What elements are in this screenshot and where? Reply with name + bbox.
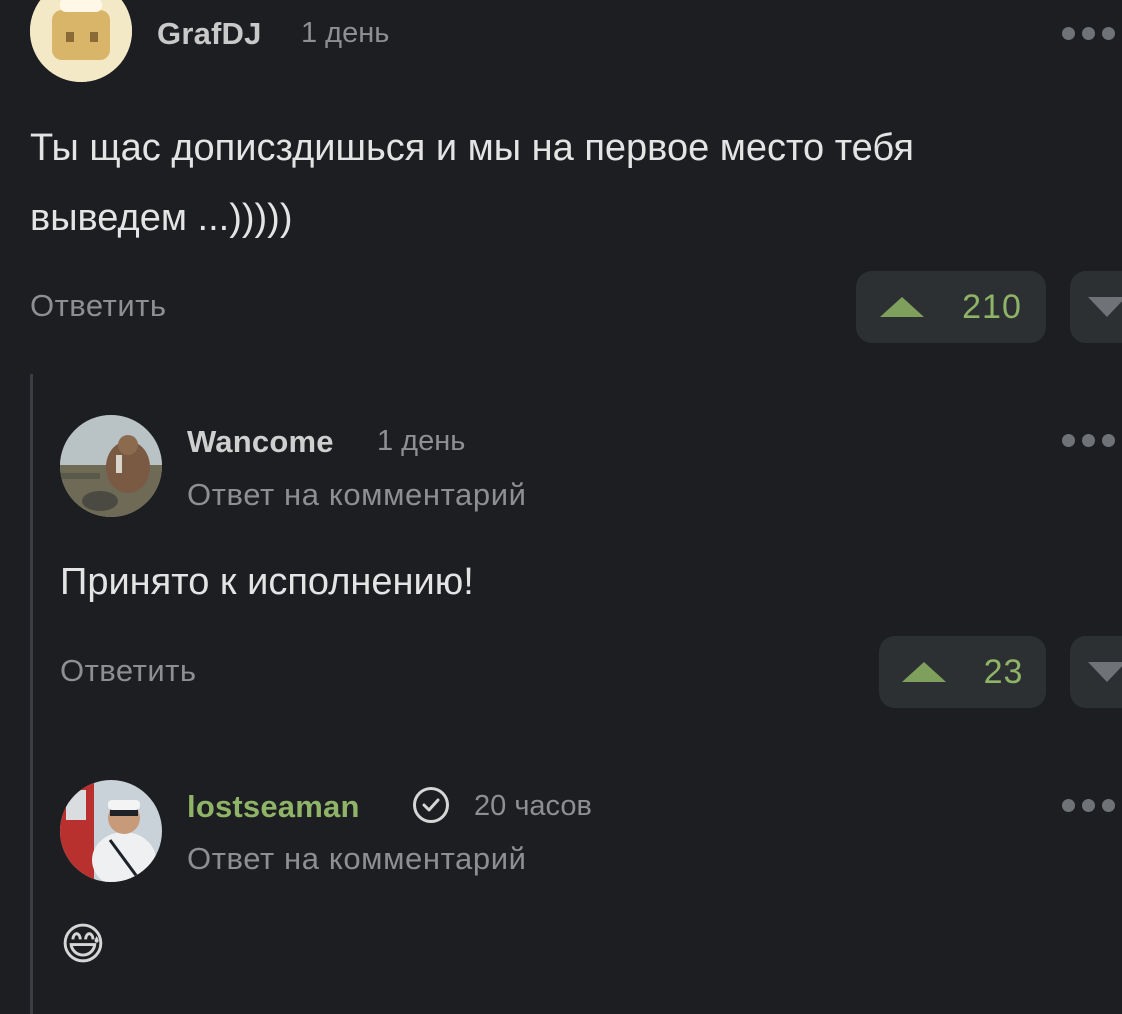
verified-icon	[413, 787, 449, 823]
comment-author[interactable]: Wancome	[187, 424, 334, 460]
comment-text: Принято к исполнению!	[60, 561, 474, 603]
downvote-icon	[1088, 297, 1122, 317]
vote-count: 210	[962, 287, 1022, 326]
downvote-button[interactable]	[1070, 636, 1122, 708]
more-icon[interactable]	[1062, 27, 1115, 40]
vote-count: 23	[983, 652, 1024, 691]
comment-emoji: 😅	[60, 919, 106, 970]
comment-text-line: Ты щас дописздишься и мы на первое место…	[30, 127, 914, 169]
more-icon[interactable]	[1062, 434, 1115, 447]
upvote-icon	[880, 297, 925, 317]
avatar[interactable]	[60, 415, 162, 517]
more-icon[interactable]	[1062, 799, 1115, 812]
downvote-icon	[1088, 662, 1122, 682]
avatar[interactable]	[30, 0, 132, 82]
upvote-button[interactable]: 23	[879, 636, 1046, 708]
upvote-button[interactable]: 210	[856, 271, 1046, 343]
reply-to-label[interactable]: Ответ на комментарий	[187, 841, 527, 877]
comment-time: 1 день	[377, 425, 466, 457]
reply-button[interactable]: Ответить	[60, 653, 197, 689]
downvote-button[interactable]	[1070, 271, 1122, 343]
thread-line	[30, 374, 33, 1014]
comment-author[interactable]: GrafDJ	[157, 16, 262, 52]
comment-time: 20 часов	[474, 790, 592, 822]
comment-text: Ты щас дописздишься и мы на первое место…	[30, 117, 914, 249]
reply-button[interactable]: Ответить	[30, 288, 167, 324]
reply-to-label[interactable]: Ответ на комментарий	[187, 477, 527, 513]
avatar[interactable]	[60, 780, 162, 882]
upvote-icon	[901, 662, 946, 682]
comment-time: 1 день	[301, 17, 390, 49]
comment-text-line: выведем ...)))))	[30, 197, 293, 239]
comment-author[interactable]: lostseaman	[187, 789, 360, 825]
